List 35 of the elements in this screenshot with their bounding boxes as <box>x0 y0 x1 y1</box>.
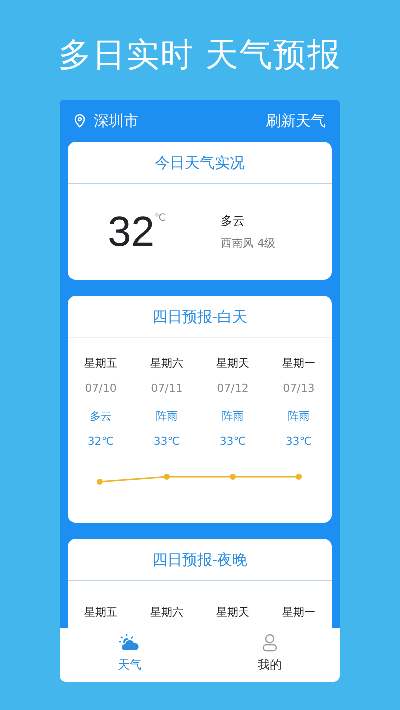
city-name[interactable]: 深圳市 <box>94 110 139 132</box>
card-title: 四日预报-白天 <box>68 296 332 338</box>
weekday-label: 星期一 <box>282 606 316 619</box>
weekday-label: 星期六 <box>150 606 184 619</box>
person-icon <box>262 634 278 652</box>
weekday-label: 星期五 <box>84 606 118 619</box>
temperature-label: 32℃ <box>88 434 114 450</box>
temperature-label: 33℃ <box>154 434 180 450</box>
temperature-reading: 32 <box>108 211 155 253</box>
temperature-label: 33℃ <box>286 434 312 450</box>
card-title: 今日天气实况 <box>68 142 332 184</box>
temperature-unit: ℃ <box>154 212 166 226</box>
wind-info: 西南风 4级 <box>221 236 276 252</box>
date-label: 07/13 <box>283 380 315 396</box>
weekday-label: 星期天 <box>216 356 250 372</box>
weather-condition: 阵雨 <box>222 409 244 425</box>
weather-condition: 阵雨 <box>156 409 178 425</box>
weather-condition: 阵雨 <box>288 409 310 425</box>
sun-cloud-icon <box>119 634 141 652</box>
weekday-label: 星期五 <box>84 356 118 372</box>
tab-button[interactable]: 天气 <box>60 628 200 682</box>
banner-title: 多日实时 天气预报 <box>57 34 343 76</box>
location-pin-icon <box>74 114 86 128</box>
weekday-label: 星期六 <box>150 356 184 372</box>
weekday-label: 星期天 <box>216 606 250 619</box>
refresh-link[interactable]: 刷新天气 <box>266 110 326 132</box>
date-label: 07/12 <box>217 380 249 396</box>
weather-condition: 多云 <box>221 212 246 230</box>
date-label: 07/11 <box>151 380 183 396</box>
weekday-label: 星期一 <box>282 356 316 372</box>
weather-condition: 多云 <box>90 409 112 425</box>
date-label: 07/10 <box>85 380 117 396</box>
card-title: 四日预报-夜晚 <box>68 539 332 581</box>
temperature-label: 33℃ <box>220 434 246 450</box>
tab-button[interactable]: 我的 <box>200 628 340 682</box>
